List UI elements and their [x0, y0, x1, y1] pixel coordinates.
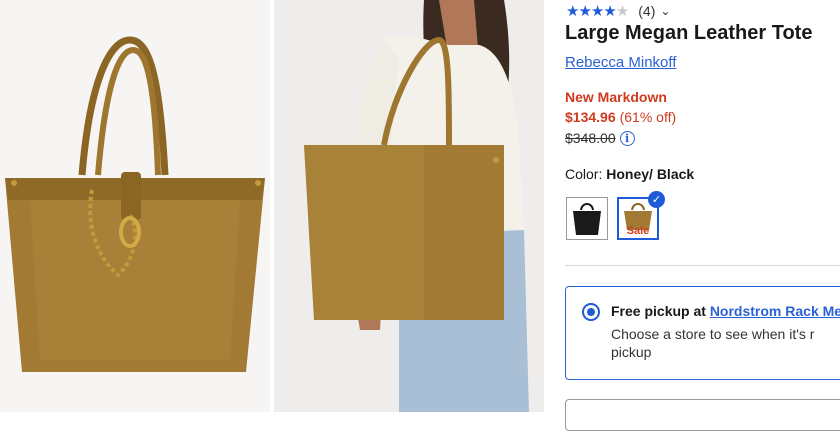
- current-price: $134.96: [565, 109, 616, 125]
- sale-badge: Sale: [626, 225, 650, 237]
- radio-selected-icon[interactable]: [582, 303, 600, 321]
- check-icon: ✓: [648, 191, 665, 208]
- color-label: Color:: [565, 166, 603, 182]
- product-title: Large Megan Leather Tote: [565, 22, 813, 44]
- pickup-prefix: Free pickup at: [611, 303, 706, 319]
- store-link[interactable]: Nordstrom Rack Me: [710, 303, 840, 319]
- markdown-label: New Markdown: [565, 89, 667, 105]
- shipping-option-card[interactable]: [565, 399, 840, 431]
- review-count: (4): [638, 3, 656, 19]
- product-image-model[interactable]: [274, 0, 544, 412]
- pickup-option-card[interactable]: Free pickup at Nordstrom Rack Me Choose …: [565, 286, 840, 380]
- color-selection-label: Color: Honey/ Black: [565, 166, 694, 182]
- star-rating-icon: ★★★★★: [566, 3, 629, 20]
- chevron-down-icon: ⌄: [660, 4, 671, 18]
- discount-percent: (61% off): [619, 109, 677, 125]
- divider: [565, 265, 840, 266]
- sale-price: $134.96 (61% off): [565, 109, 676, 125]
- selected-color: Honey/ Black: [606, 166, 695, 182]
- info-icon[interactable]: i: [619, 130, 635, 146]
- black-tote-thumbnail: [573, 203, 601, 235]
- brand-link[interactable]: Rebecca Minkoff: [565, 54, 676, 71]
- original-price-row: $348.00 i: [565, 130, 635, 146]
- model-illustration: [304, 0, 529, 412]
- swatch-black[interactable]: [566, 197, 608, 240]
- pickup-title: Free pickup at Nordstrom Rack Me: [611, 303, 840, 319]
- product-details-panel: ★★★★★ (4) ⌄ Large Megan Leather Tote Reb…: [565, 0, 840, 431]
- original-price: $348.00: [565, 130, 616, 146]
- rating-summary[interactable]: ★★★★★ (4) ⌄: [566, 2, 670, 20]
- pickup-description: Choose a store to see when it's r pickup: [611, 326, 815, 360]
- product-image-main[interactable]: [0, 0, 270, 412]
- tote-bag-illustration: [5, 36, 265, 372]
